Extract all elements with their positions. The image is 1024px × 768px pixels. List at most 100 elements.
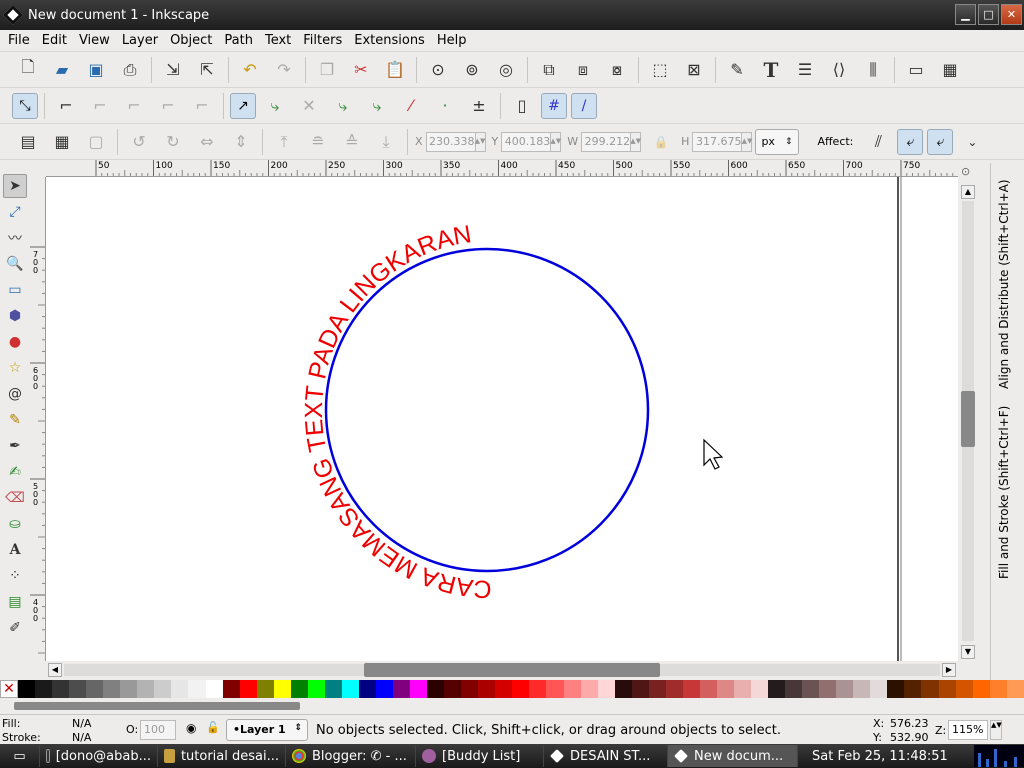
x-spinner[interactable]: ▲▼ bbox=[475, 131, 486, 152]
rotate-cw-icon[interactable]: ↻ bbox=[161, 130, 185, 154]
menu-view[interactable]: View bbox=[73, 33, 116, 48]
paint-bucket-tool-icon[interactable]: ⛀ bbox=[3, 512, 27, 536]
document-properties-icon[interactable]: ▦ bbox=[938, 58, 962, 82]
color-swatch[interactable] bbox=[870, 680, 888, 698]
select-all-icon[interactable]: ▤ bbox=[16, 130, 40, 154]
snap-guide-icon[interactable]: / bbox=[571, 92, 597, 119]
show-desktop-icon[interactable]: ▭ bbox=[0, 745, 40, 767]
eraser-tool-icon[interactable]: ⌫ bbox=[3, 486, 27, 510]
color-swatch[interactable] bbox=[86, 680, 104, 698]
layer-select[interactable]: •Layer 1 ⇕ bbox=[226, 719, 308, 741]
undo-icon[interactable]: ↶ bbox=[238, 58, 262, 82]
scroll-down-arrow-icon[interactable]: ▼ bbox=[961, 645, 975, 659]
color-swatch[interactable] bbox=[273, 680, 291, 698]
color-swatch[interactable] bbox=[444, 680, 462, 698]
layer-lock-icon[interactable]: 🔓 bbox=[206, 721, 220, 734]
scroll-up-arrow-icon[interactable]: ▲ bbox=[961, 185, 975, 199]
vscroll-thumb[interactable] bbox=[961, 391, 975, 447]
selector-tool-icon[interactable]: ➤ bbox=[3, 174, 27, 198]
node-tool-icon[interactable]: ⤢ bbox=[3, 200, 27, 224]
task-buddy-list[interactable]: [Buddy List] bbox=[416, 745, 544, 767]
clone-icon[interactable]: ⧈ bbox=[571, 58, 595, 82]
color-swatch[interactable] bbox=[103, 680, 121, 698]
color-swatch[interactable] bbox=[358, 680, 376, 698]
snap-bbox-center-icon[interactable]: ⌐ bbox=[190, 94, 214, 118]
pencil-tool-icon[interactable]: ✎ bbox=[3, 408, 27, 432]
pen-tool-icon[interactable]: ✒ bbox=[3, 434, 27, 458]
color-swatch[interactable] bbox=[938, 680, 956, 698]
color-swatch[interactable] bbox=[546, 680, 564, 698]
menu-path[interactable]: Path bbox=[218, 33, 259, 48]
duplicate-icon[interactable]: ⧉ bbox=[537, 58, 561, 82]
snap-midpoint-icon[interactable]: ⁄ bbox=[399, 94, 423, 118]
snap-page-border-icon[interactable]: ▯ bbox=[510, 94, 534, 118]
color-swatch[interactable] bbox=[887, 680, 905, 698]
gradient-tool-icon[interactable]: ▤ bbox=[3, 590, 27, 614]
h-spinner[interactable]: ▲▼ bbox=[742, 131, 753, 152]
deselect-icon[interactable]: ▢ bbox=[84, 130, 108, 154]
task-blogger[interactable]: Blogger: ✆ - ... bbox=[286, 745, 416, 767]
zoom-drawing-icon[interactable]: ⊚ bbox=[460, 58, 484, 82]
color-swatch[interactable] bbox=[256, 680, 274, 698]
zoom-selection-icon[interactable]: ⊙ bbox=[426, 58, 450, 82]
color-swatch[interactable] bbox=[205, 680, 223, 698]
color-swatch[interactable] bbox=[427, 680, 445, 698]
align-distribute-icon[interactable]: ⫼ bbox=[861, 58, 885, 82]
color-swatch[interactable] bbox=[716, 680, 734, 698]
color-swatch[interactable] bbox=[580, 680, 598, 698]
snap-object-center-icon[interactable]: · bbox=[433, 94, 457, 118]
snap-grid-icon[interactable]: # bbox=[541, 92, 567, 119]
raise-icon[interactable]: ≘ bbox=[306, 130, 330, 154]
y-spinner[interactable]: ▲▼ bbox=[550, 131, 562, 152]
palette-scrollbar[interactable] bbox=[0, 698, 1024, 714]
3d-box-tool-icon[interactable]: ⬢ bbox=[3, 304, 27, 328]
color-swatch[interactable] bbox=[751, 680, 769, 698]
snap-bbox-corner-icon[interactable]: ⌐ bbox=[122, 94, 146, 118]
task-new-document[interactable]: New docum... bbox=[668, 745, 798, 767]
calligraphy-tool-icon[interactable]: ✍ bbox=[3, 460, 27, 484]
color-swatch[interactable] bbox=[768, 680, 786, 698]
copy-icon[interactable]: ❐ bbox=[315, 58, 339, 82]
color-swatch[interactable] bbox=[137, 680, 155, 698]
maximize-button[interactable]: □ bbox=[978, 4, 999, 25]
color-swatch[interactable] bbox=[529, 680, 547, 698]
color-swatch[interactable] bbox=[461, 680, 479, 698]
fill-stroke-icon[interactable]: ✎ bbox=[725, 58, 749, 82]
color-swatch[interactable] bbox=[35, 680, 53, 698]
color-swatch[interactable] bbox=[69, 680, 87, 698]
color-swatch[interactable] bbox=[972, 680, 990, 698]
flip-horizontal-icon[interactable]: ⇔ bbox=[195, 130, 219, 154]
chevron-down-icon[interactable]: ⌄ bbox=[960, 130, 984, 154]
color-swatch[interactable] bbox=[836, 680, 854, 698]
select-all-layers-icon[interactable]: ▦ bbox=[50, 130, 74, 154]
lower-icon[interactable]: ≙ bbox=[340, 130, 364, 154]
hscroll-thumb[interactable] bbox=[364, 663, 660, 677]
raise-top-icon[interactable]: ⤒ bbox=[272, 130, 296, 154]
unit-select[interactable]: px ⇕ bbox=[755, 128, 800, 155]
zoom-tool-icon[interactable]: 🔍 bbox=[3, 252, 27, 276]
align-distribute-tab[interactable]: Align and Distribute (Shift+Ctrl+A) bbox=[997, 169, 1011, 389]
color-swatch[interactable] bbox=[375, 680, 394, 698]
menu-object[interactable]: Object bbox=[164, 33, 218, 48]
fill-stroke-tab[interactable]: Fill and Stroke (Shift+Ctrl+F) bbox=[997, 399, 1011, 579]
fill-value[interactable]: N/A bbox=[72, 717, 91, 730]
snap-enable-icon[interactable]: ⤡ bbox=[12, 92, 38, 119]
snap-rotation-center-icon[interactable]: ± bbox=[467, 94, 491, 118]
unlink-clone-icon[interactable]: ⧇ bbox=[605, 58, 629, 82]
tweak-tool-icon[interactable]: 〰 bbox=[3, 226, 27, 250]
color-swatch[interactable] bbox=[324, 680, 342, 698]
color-swatch[interactable] bbox=[597, 680, 615, 698]
save-icon[interactable]: ▣ bbox=[84, 58, 108, 82]
color-swatch[interactable] bbox=[853, 680, 871, 698]
w-spinner[interactable]: ▲▼ bbox=[630, 131, 642, 152]
palette-scroll-thumb[interactable] bbox=[14, 702, 300, 710]
minimize-button[interactable]: ▁ bbox=[955, 4, 976, 25]
color-swatch[interactable] bbox=[154, 680, 172, 698]
close-button[interactable]: ✕ bbox=[1001, 4, 1022, 25]
color-swatch[interactable] bbox=[699, 680, 717, 698]
horizontal-scrollbar[interactable]: ◀ ▶ bbox=[46, 661, 958, 679]
ellipse-tool-icon[interactable]: ● bbox=[3, 330, 27, 354]
color-swatch[interactable] bbox=[819, 680, 837, 698]
color-swatch[interactable] bbox=[307, 680, 325, 698]
color-swatch[interactable] bbox=[341, 680, 359, 698]
